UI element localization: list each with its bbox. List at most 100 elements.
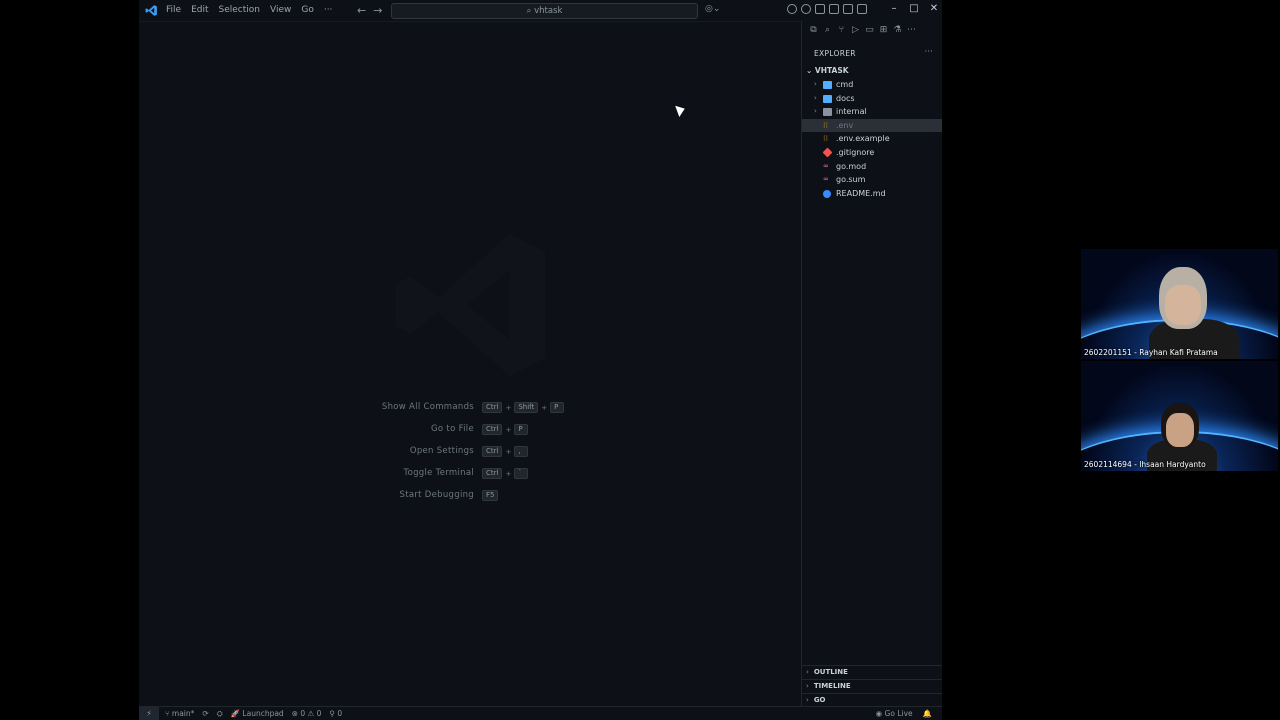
tree-item-go-sum[interactable]: ∞ go.sum <box>802 173 942 187</box>
search-icon[interactable]: ⌕ <box>822 25 833 36</box>
chevron-right-icon: › <box>814 80 817 88</box>
maximize-icon[interactable]: □ <box>904 3 924 14</box>
git-icon <box>822 147 833 158</box>
key: F5 <box>482 490 499 501</box>
tree-item-env-example[interactable]: ⁝⁝ .env.example <box>802 132 942 146</box>
remote-explorer-icon[interactable]: ▭ <box>864 25 875 36</box>
tree-item-label: go.sum <box>836 175 866 185</box>
close-icon[interactable]: ✕ <box>924 3 942 14</box>
section-timeline[interactable]: TIMELINE <box>806 682 851 690</box>
go-live-button[interactable]: ◉ Go Live <box>876 709 913 718</box>
key: Ctrl <box>482 468 503 479</box>
notifications-icon[interactable]: 🔔 <box>923 709 932 718</box>
launchpad-item[interactable]: 🚀 Launchpad <box>231 709 284 719</box>
shortcut-label: Go to File <box>431 424 474 434</box>
branch-label: main* <box>171 709 195 718</box>
shortcut-row: Go to File Ctrl + P <box>369 424 669 446</box>
shortcut-label: Open Settings <box>409 446 474 456</box>
layout-controls <box>787 4 867 14</box>
run-debug-icon[interactable]: ▷ <box>850 25 861 36</box>
problems-indicator[interactable]: ⊗ 0 ⚠ 0 <box>292 709 322 719</box>
branch-indicator[interactable]: ⑂ main* <box>165 709 194 719</box>
explorer-icon[interactable]: ⧉ <box>808 25 819 36</box>
tree-item-label: cmd <box>836 80 854 89</box>
folder-icon <box>823 81 832 89</box>
testing-icon[interactable]: ⚗ <box>892 25 903 36</box>
chevron-right-icon: › <box>814 107 817 116</box>
tree-item-cmd[interactable]: › cmd <box>802 78 942 92</box>
key: P <box>550 402 565 413</box>
forward-arrow-icon[interactable]: → <box>373 4 382 17</box>
section-outline[interactable]: OUTLINE <box>806 668 848 676</box>
shortcut-row: Show All Commands Ctrl + Shift + P <box>369 402 669 424</box>
explorer-header: EXPLORER <box>814 49 856 58</box>
more-icon[interactable]: ⋯ <box>906 25 917 36</box>
tree-item-go-mod[interactable]: ∞ go.mod <box>802 160 942 174</box>
remote-icon[interactable]: ⚡ <box>139 707 159 720</box>
workspace-root[interactable]: ⌄ VHTASK <box>806 66 849 75</box>
sync-icon[interactable]: ⟳ <box>202 709 208 719</box>
nav-arrows: ← → <box>357 4 389 17</box>
gear-icon[interactable] <box>801 4 811 14</box>
menu-view[interactable]: View <box>270 5 291 15</box>
menu-go[interactable]: Go <box>301 5 313 15</box>
welcome-shortcuts: Show All Commands Ctrl + Shift + P Go to Fil… <box>369 402 669 512</box>
section-go[interactable]: GO <box>806 696 826 704</box>
go-file-icon: ∞ <box>823 161 829 170</box>
vscode-logo-icon <box>145 5 157 16</box>
toggle-primary-sidebar-icon[interactable] <box>815 4 825 14</box>
workspace-root-label: VHTASK <box>814 66 849 75</box>
shortcut-label: Show All Commands <box>381 402 474 412</box>
key: Shift <box>514 402 539 413</box>
tree-item-gitignore[interactable]: .gitignore <box>802 146 942 160</box>
customize-layout-icon[interactable] <box>857 4 867 14</box>
title-bar: File Edit Selection View Go ··· ← → ⌕ vht… <box>139 0 942 22</box>
tree-item-label: .env.example <box>836 134 890 144</box>
search-icon: ⌕ <box>526 6 535 16</box>
shortcut-row: Toggle Terminal Ctrl + ` <box>369 468 669 490</box>
back-arrow-icon[interactable]: ← <box>357 4 366 17</box>
menu-more[interactable]: ··· <box>324 5 333 15</box>
minimize-icon[interactable]: – <box>884 3 904 14</box>
go-live-label: Go Live <box>884 709 913 718</box>
person-face <box>1166 413 1194 447</box>
tree-item-docs[interactable]: › docs <box>802 92 942 106</box>
copilot-icon[interactable]: ◎⌄ <box>705 4 720 14</box>
key: ` <box>514 468 529 479</box>
divider <box>802 679 942 680</box>
participant-video: 2602114694 - Ihsaan Hardyanto <box>1081 361 1278 471</box>
participant-video: 2602201151 - Rayhan Kafi Pratama <box>1081 249 1278 359</box>
extensions-icon[interactable]: ⊞ <box>878 25 889 36</box>
info-icon <box>823 189 831 198</box>
tree-item-label: .gitignore <box>836 147 875 157</box>
key: Ctrl <box>482 424 503 435</box>
tree-item-label: docs <box>836 93 855 103</box>
divider <box>802 693 942 694</box>
tree-item-readme[interactable]: README.md <box>802 187 942 201</box>
menu-file[interactable]: File <box>166 5 181 15</box>
ports-forward-icon[interactable]: ⛭ <box>217 709 223 719</box>
menu-selection[interactable]: Selection <box>219 5 260 15</box>
key: , <box>514 446 529 457</box>
explorer-sidebar: ⧉ ⌕ ⑂ ▷ ▭ ⊞ ⚗ ⋯ EXPLORER ··· ⌄ VHTASK › c… <box>801 21 942 706</box>
toggle-panel-icon[interactable] <box>829 4 839 14</box>
divider <box>802 665 942 666</box>
more-actions-icon[interactable]: ··· <box>924 47 933 57</box>
file-tree: › cmd › docs › internal ⁝⁝ .env ⁝⁝ .env.examp… <box>802 78 942 200</box>
toggle-secondary-sidebar-icon[interactable] <box>843 4 853 14</box>
account-icon[interactable] <box>787 4 797 14</box>
person-face <box>1165 285 1201 325</box>
shortcut-row: Open Settings Ctrl +, <box>369 446 669 468</box>
source-control-icon[interactable]: ⑂ <box>836 25 847 36</box>
menu-edit[interactable]: Edit <box>191 5 208 15</box>
folder-icon <box>823 108 832 117</box>
broadcast-icon: ◉ <box>875 709 885 718</box>
tree-item-label: go.mod <box>836 161 867 171</box>
ports-indicator[interactable]: ⚲ 0 <box>329 709 342 719</box>
rocket-icon: 🚀 <box>230 709 243 718</box>
window-controls: – □ ✕ <box>884 3 942 14</box>
tree-item-env[interactable]: ⁝⁝ .env <box>802 118 942 133</box>
command-center[interactable]: ⌕ vhtask <box>391 3 698 19</box>
key: Ctrl <box>482 446 503 457</box>
tree-item-internal[interactable]: › internal <box>802 105 942 119</box>
